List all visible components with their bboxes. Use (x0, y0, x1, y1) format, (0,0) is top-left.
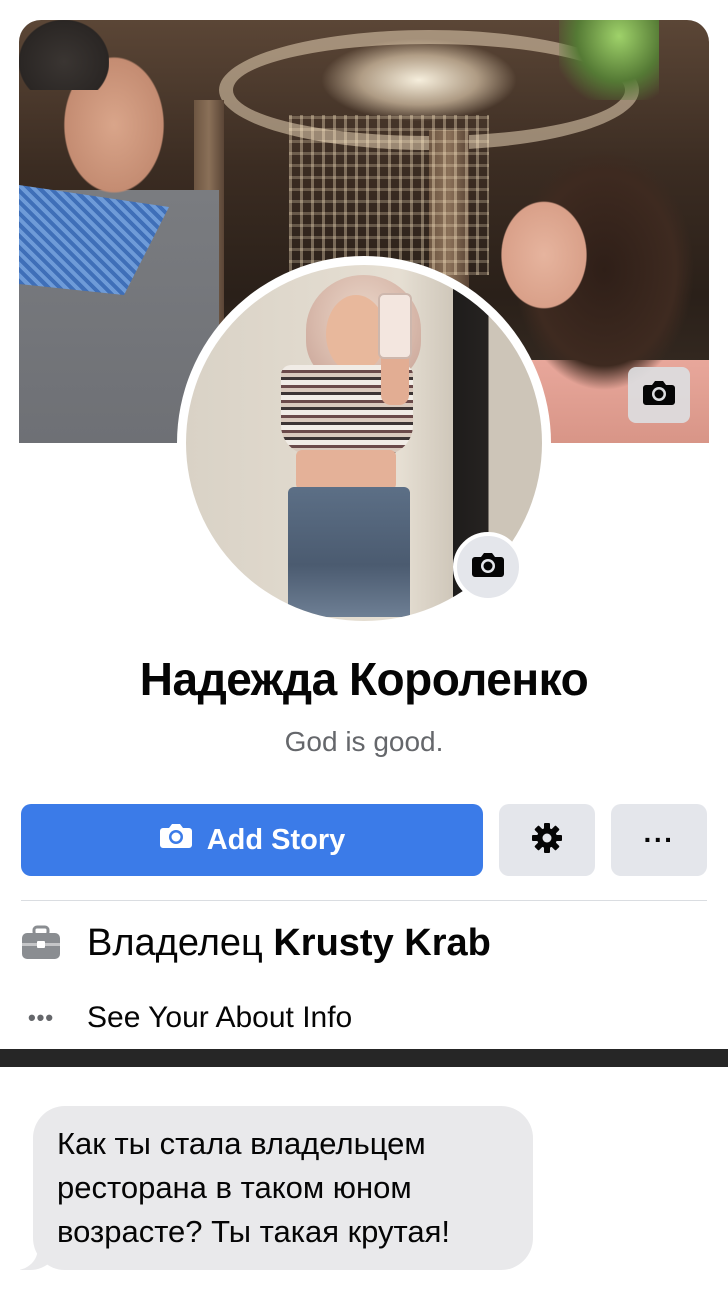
camera-icon (471, 551, 505, 584)
work-prefix: Владелец (87, 921, 263, 964)
work-place[interactable]: Krusty Krab (273, 922, 491, 964)
see-about-info-row[interactable]: ••• See Your About Info (21, 998, 352, 1038)
message-bubble: Как ты стала владельцем ресторана в тако… (33, 1106, 533, 1270)
section-divider (21, 900, 707, 901)
more-dots-icon: ··· (643, 824, 675, 855)
profile-bio: God is good. (284, 726, 444, 757)
message-line: Как ты стала владельцем (57, 1126, 426, 1161)
avatar-face (326, 295, 386, 373)
see-about-info-label: See Your About Info (87, 1001, 353, 1034)
message-line: возрасте? Ты такая крутая! (57, 1214, 451, 1249)
profile-settings-button[interactable] (499, 804, 595, 876)
edit-cover-button[interactable] (628, 367, 690, 423)
message-line: ресторана в таком юном (57, 1170, 412, 1205)
image-separator-bar (0, 1049, 728, 1067)
camera-icon (159, 822, 193, 858)
edit-profile-picture-button[interactable] (453, 532, 523, 602)
background-plant (559, 20, 659, 100)
add-story-label: Add Story (206, 823, 346, 856)
bead-curtain (289, 115, 489, 275)
more-options-button[interactable]: ··· (611, 804, 707, 876)
gear-icon (531, 822, 563, 859)
profile-name: Надежда Короленко (139, 653, 589, 705)
avatar-midriff (296, 450, 396, 490)
avatar-phone (378, 293, 412, 359)
camera-icon (642, 379, 676, 412)
cover-person-hair (19, 20, 109, 90)
more-dots-icon: ••• (27, 1005, 55, 1030)
work-info-row[interactable]: Владелец Krusty Krab (21, 918, 491, 968)
add-story-button[interactable]: Add Story (21, 804, 483, 876)
avatar-skirt (288, 487, 410, 617)
briefcase-icon (21, 923, 61, 963)
